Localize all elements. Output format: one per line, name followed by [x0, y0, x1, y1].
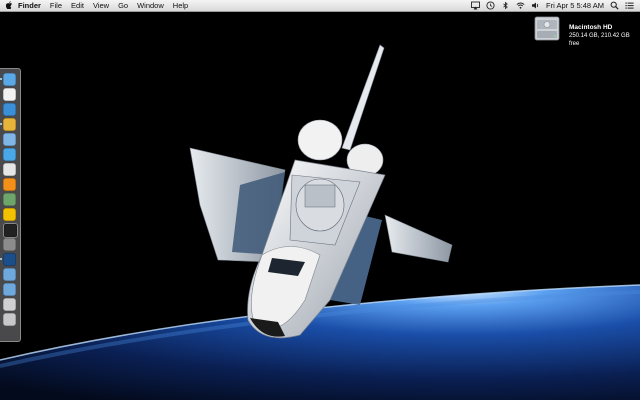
menu-bar: Finder File Edit View Go Window Help Fri… [0, 0, 640, 12]
app-icon[interactable] [3, 208, 16, 221]
status-area: Fri Apr 5 5:48 AM [471, 0, 634, 11]
grab-icon[interactable] [3, 163, 16, 176]
volume-icon[interactable] [531, 1, 540, 10]
menu-edit[interactable]: Edit [71, 1, 84, 10]
running-indicator [0, 78, 2, 80]
chrome-icon[interactable] [3, 118, 16, 131]
bluetooth-icon[interactable] [501, 1, 510, 10]
airplay-icon[interactable] [471, 1, 480, 10]
vlc-icon[interactable] [3, 178, 16, 191]
running-indicator [0, 258, 2, 260]
documents-folder-icon[interactable] [3, 268, 16, 281]
photoshop-icon[interactable] [3, 253, 16, 266]
menu-window[interactable]: Window [137, 1, 164, 10]
hard-drive-icon[interactable] [534, 14, 560, 44]
trash-icon[interactable] [3, 313, 16, 326]
menu-help[interactable]: Help [173, 1, 188, 10]
terminal-icon[interactable] [3, 223, 18, 238]
hard-drive-details: 250.14 GB, 210.42 GB free [569, 33, 630, 47]
downloads-icon[interactable] [3, 298, 16, 311]
applications-folder-icon[interactable] [3, 283, 16, 296]
apple-menu-icon[interactable] [0, 0, 18, 11]
wallpaper [0, 0, 640, 400]
itunes-icon[interactable] [3, 148, 16, 161]
search-icon[interactable] [610, 1, 619, 10]
running-indicator [0, 123, 2, 125]
system-preferences-icon[interactable] [3, 238, 16, 251]
time-machine-icon[interactable] [486, 1, 495, 10]
preview-icon[interactable] [3, 133, 16, 146]
dock [0, 68, 21, 342]
menu-view[interactable]: View [93, 1, 109, 10]
wifi-icon[interactable] [516, 1, 525, 10]
utility-icon[interactable] [3, 193, 16, 206]
list-icon[interactable] [625, 1, 634, 10]
hard-drive-label[interactable]: Macintosh HD 250.14 GB, 210.42 GB free [569, 24, 640, 48]
menu-go[interactable]: Go [118, 1, 128, 10]
finder-icon[interactable] [3, 73, 16, 86]
desktop: Finder File Edit View Go Window Help Fri… [0, 0, 640, 400]
hard-drive-name: Macintosh HD [569, 24, 613, 31]
menu-file[interactable]: File [50, 1, 62, 10]
calendar-icon[interactable] [3, 88, 16, 101]
safari-icon[interactable] [3, 103, 16, 116]
menu-finder[interactable]: Finder [18, 1, 41, 10]
menu-clock[interactable]: Fri Apr 5 5:48 AM [546, 1, 604, 10]
